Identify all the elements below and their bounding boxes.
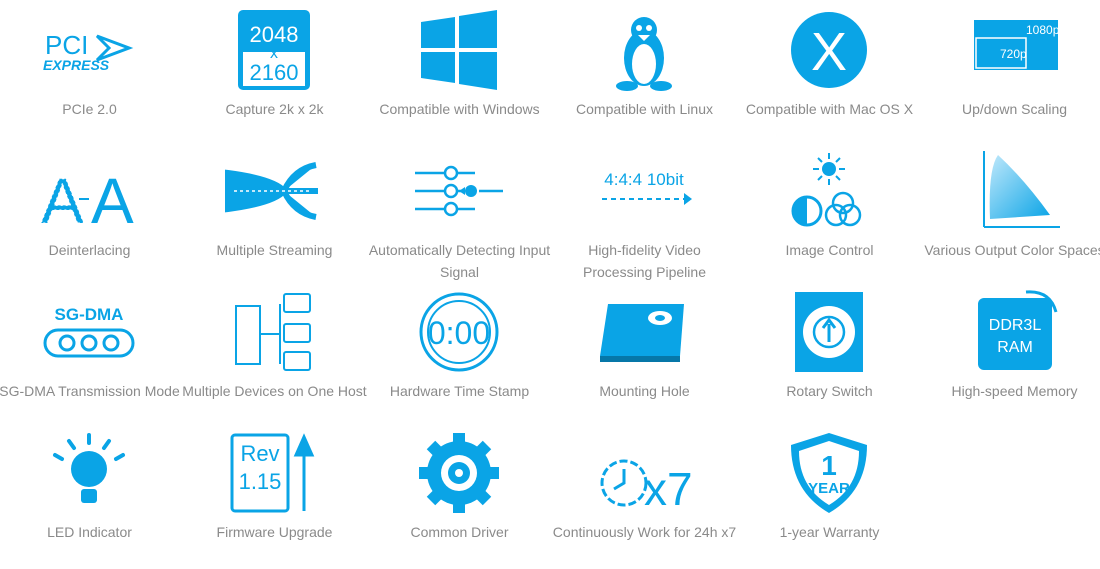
svg-text:DDR3L: DDR3L: [989, 317, 1042, 334]
feature-item: X Compatible with Mac OS X: [737, 0, 922, 141]
warranty-shield-icon: 1 YEAR: [779, 431, 879, 515]
svg-text:EXPRESS: EXPRESS: [43, 57, 110, 73]
feature-item: 1080p 720p Up/down Scaling: [922, 0, 1100, 141]
feature-label: LED Indicator: [47, 524, 132, 540]
feature-item: SG-DMA SG-DMA Transmission Mode: [0, 282, 182, 423]
timestamp-icon: 0:00: [409, 290, 509, 374]
svg-text:720p: 720p: [1000, 47, 1027, 61]
feature-item: 4:4:4 10bit High-fidelity Video Processin…: [552, 141, 737, 282]
feature-label: High-fidelity Video Processing Pipeline: [583, 242, 706, 280]
feature-label: Multiple Devices on One Host: [182, 383, 367, 399]
feature-label: Image Control: [785, 242, 874, 258]
svg-text:2160: 2160: [250, 60, 299, 85]
feature-grid: PCI EXPRESS PCIe 2.0 2048 x 2160 Capture 2k x …: [0, 0, 1100, 564]
feature-item: 1 YEAR 1-year Warranty: [737, 423, 922, 564]
svg-text:RAM: RAM: [997, 339, 1033, 356]
svg-text:X: X: [811, 22, 847, 82]
clock-icon: x7: [594, 431, 694, 515]
svg-text:Rev: Rev: [240, 441, 279, 466]
feature-label: High-speed Memory: [951, 383, 1078, 399]
memory-icon: DDR3L RAM: [964, 290, 1064, 374]
multi-device-icon: [224, 290, 324, 374]
resolution-icon: 2048 x 2160: [224, 8, 324, 92]
mounting-hole-icon: [594, 290, 694, 374]
svg-text:YEAR: YEAR: [808, 480, 850, 497]
color-space-icon: [964, 149, 1064, 233]
feature-label: Compatible with Linux: [576, 101, 713, 117]
svg-text:4:4:4 10bit: 4:4:4 10bit: [604, 170, 684, 189]
feature-item: Common Driver: [367, 423, 552, 564]
mac-os-x-icon: X: [779, 8, 879, 92]
streaming-icon: [224, 149, 324, 233]
feature-label: Capture 2k x 2k: [225, 101, 324, 117]
feature-item: Rev 1.15 Firmware Upgrade: [182, 423, 367, 564]
feature-item: x7 Continuously Work for 24h x7: [552, 423, 737, 564]
feature-item: Image Control: [737, 141, 922, 282]
feature-item: DDR3L RAM High-speed Memory: [922, 282, 1100, 423]
svg-text:SG-DMA: SG-DMA: [55, 305, 124, 324]
linux-icon: [594, 8, 694, 92]
led-bulb-icon: [39, 431, 139, 515]
feature-label: SG-DMA Transmission Mode: [0, 383, 180, 399]
feature-label: Common Driver: [410, 524, 509, 540]
signal-detect-icon: [409, 149, 509, 233]
svg-text:A: A: [91, 165, 134, 233]
feature-label: Compatible with Mac OS X: [745, 101, 914, 117]
feature-item: Compatible with Linux: [552, 0, 737, 141]
svg-text:1: 1: [821, 450, 837, 481]
windows-icon: [409, 8, 509, 92]
feature-label: Hardware Time Stamp: [389, 383, 530, 399]
feature-item: 2048 x 2160 Capture 2k x 2k: [182, 0, 367, 141]
image-control-icon: [779, 149, 879, 233]
feature-item: 0:00 Hardware Time Stamp: [367, 282, 552, 423]
feature-item: Rotary Switch: [737, 282, 922, 423]
feature-label: Deinterlacing: [48, 242, 131, 258]
svg-text:2048: 2048: [250, 22, 299, 47]
feature-label: PCIe 2.0: [62, 101, 117, 117]
pci-express-logo-icon: PCI EXPRESS: [39, 8, 139, 92]
feature-item: LED Indicator: [0, 423, 182, 564]
svg-text:1.15: 1.15: [239, 469, 282, 494]
feature-label: Various Output Color Spaces: [924, 242, 1100, 258]
feature-label: 1-year Warranty: [779, 524, 880, 540]
feature-item: A A Deinterlacing: [0, 141, 182, 282]
svg-text:x7: x7: [644, 463, 693, 515]
svg-text:0:00: 0:00: [428, 315, 490, 351]
feature-item: Multiple Devices on One Host: [182, 282, 367, 423]
gear-icon: [409, 431, 509, 515]
sg-dma-icon: SG-DMA: [39, 290, 139, 374]
scaling-icon: 1080p 720p: [964, 8, 1064, 92]
svg-text:A: A: [41, 165, 84, 233]
pipeline-icon: 4:4:4 10bit: [594, 149, 694, 233]
svg-text:1080p: 1080p: [1026, 23, 1060, 37]
feature-item: PCI EXPRESS PCIe 2.0: [0, 0, 182, 141]
feature-item: Automatically Detecting Input Signal: [367, 141, 552, 282]
feature-label: Rotary Switch: [786, 383, 873, 399]
feature-label: Multiple Streaming: [216, 242, 333, 258]
feature-item: Various Output Color Spaces: [922, 141, 1100, 282]
feature-label: Mounting Hole: [599, 383, 690, 399]
feature-item: Multiple Streaming: [182, 141, 367, 282]
feature-label: Up/down Scaling: [961, 101, 1068, 117]
rotary-switch-icon: [779, 290, 879, 374]
feature-label: Firmware Upgrade: [216, 524, 333, 540]
feature-label: Continuously Work for 24h x7: [552, 524, 737, 540]
firmware-icon: Rev 1.15: [224, 431, 324, 515]
feature-label: Compatible with Windows: [379, 101, 540, 117]
feature-item: Compatible with Windows: [367, 0, 552, 141]
feature-item: Mounting Hole: [552, 282, 737, 423]
svg-text:PCI: PCI: [45, 30, 88, 60]
deinterlacing-icon: AA: [39, 149, 139, 234]
feature-label: Automatically Detecting Input Signal: [368, 242, 551, 280]
